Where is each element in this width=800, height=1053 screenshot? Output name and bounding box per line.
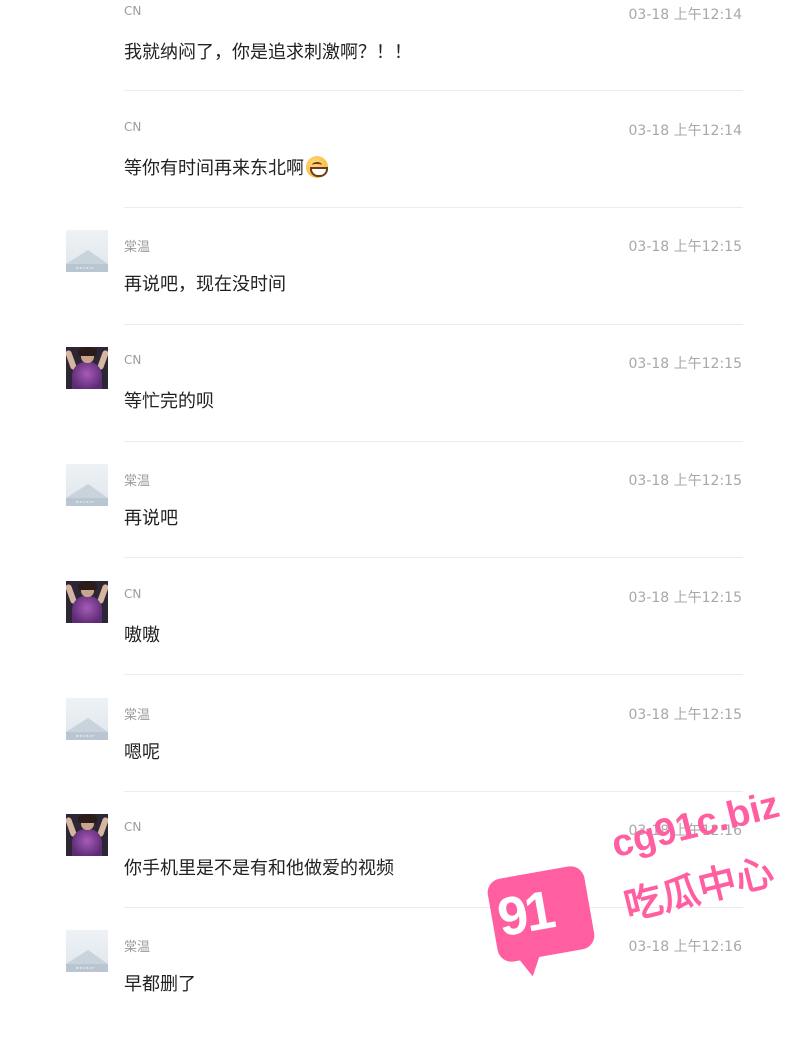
message-text: 等你有时间再来东北啊 [124,154,328,180]
avatar-placeholder-caption: WECHAT [76,500,95,504]
sender-name: CN [124,120,142,134]
sender-name: 棠温 [124,474,151,489]
message-item: CN 03-18 上午12:14 我就纳闷了，你是追求刺激啊？！！ [0,4,800,121]
message-divider [124,90,743,91]
sender-name: CN [124,820,142,834]
message-text: 等忙完的呗 [124,391,214,412]
avatar-placeholder-icon[interactable]: WECHAT [66,930,108,972]
sender-name: 棠温 [124,940,151,955]
avatar-placeholder-icon[interactable]: WECHAT [66,698,108,740]
message-item: WECHAT 棠温 03-18 上午12:15 再说吧 [0,464,800,587]
message-divider [124,324,743,325]
message-item: WECHAT 棠温 03-18 上午12:15 嗯呢 [0,698,800,821]
sender-name: 棠温 [124,240,151,255]
sender-name: 棠温 [124,708,151,723]
message-text: 嗷嗷 [124,625,160,646]
message-time: 03-18 上午12:15 [628,707,742,723]
message-text: 再说吧 [124,508,178,529]
grinning-face-emoji-icon [306,156,328,178]
message-divider [124,441,743,442]
sender-name: CN [124,4,142,18]
message-divider [124,557,743,558]
avatar[interactable] [66,814,108,856]
avatar[interactable] [66,581,108,623]
message-divider [124,907,743,908]
message-divider [124,791,743,792]
message-item: CN 03-18 上午12:16 你手机里是不是有和他做爱的视频 [0,814,800,937]
message-time: 03-18 上午12:15 [628,473,742,489]
avatar-placeholder-caption: WECHAT [76,266,95,270]
sender-name: CN [124,587,142,601]
avatar-placeholder-icon[interactable]: WECHAT [66,464,108,506]
message-time: 03-18 上午12:16 [628,823,742,839]
message-text: 嗯呢 [124,742,160,763]
message-text: 早都删了 [124,974,196,995]
message-time: 03-18 上午12:14 [628,123,742,139]
avatar[interactable] [66,347,108,389]
avatar-placeholder-caption: WECHAT [76,966,95,970]
message-time: 03-18 上午12:15 [628,356,742,372]
message-text: 我就纳闷了，你是追求刺激啊？！！ [124,42,412,63]
message-item: CN 03-18 上午12:15 嗷嗷 [0,581,800,704]
message-divider [124,207,743,208]
sender-name: CN [124,353,142,367]
avatar-placeholder-caption: WECHAT [76,734,95,738]
message-text: 再说吧，现在没时间 [124,274,286,295]
message-time: 03-18 上午12:15 [628,590,742,606]
message-item: CN 03-18 上午12:14 等你有时间再来东北啊 [0,120,800,237]
message-item: WECHAT 棠温 03-18 上午12:16 早都删了 [0,930,800,1053]
message-divider [124,674,743,675]
message-item: WECHAT 棠温 03-18 上午12:15 再说吧，现在没时间 [0,230,800,353]
avatar-placeholder-icon[interactable]: WECHAT [66,230,108,272]
message-time: 03-18 上午12:14 [628,7,742,23]
message-text: 你手机里是不是有和他做爱的视频 [124,858,394,879]
message-time: 03-18 上午12:16 [628,939,742,955]
message-time: 03-18 上午12:15 [628,239,742,255]
message-item: CN 03-18 上午12:15 等忙完的呗 [0,347,800,470]
